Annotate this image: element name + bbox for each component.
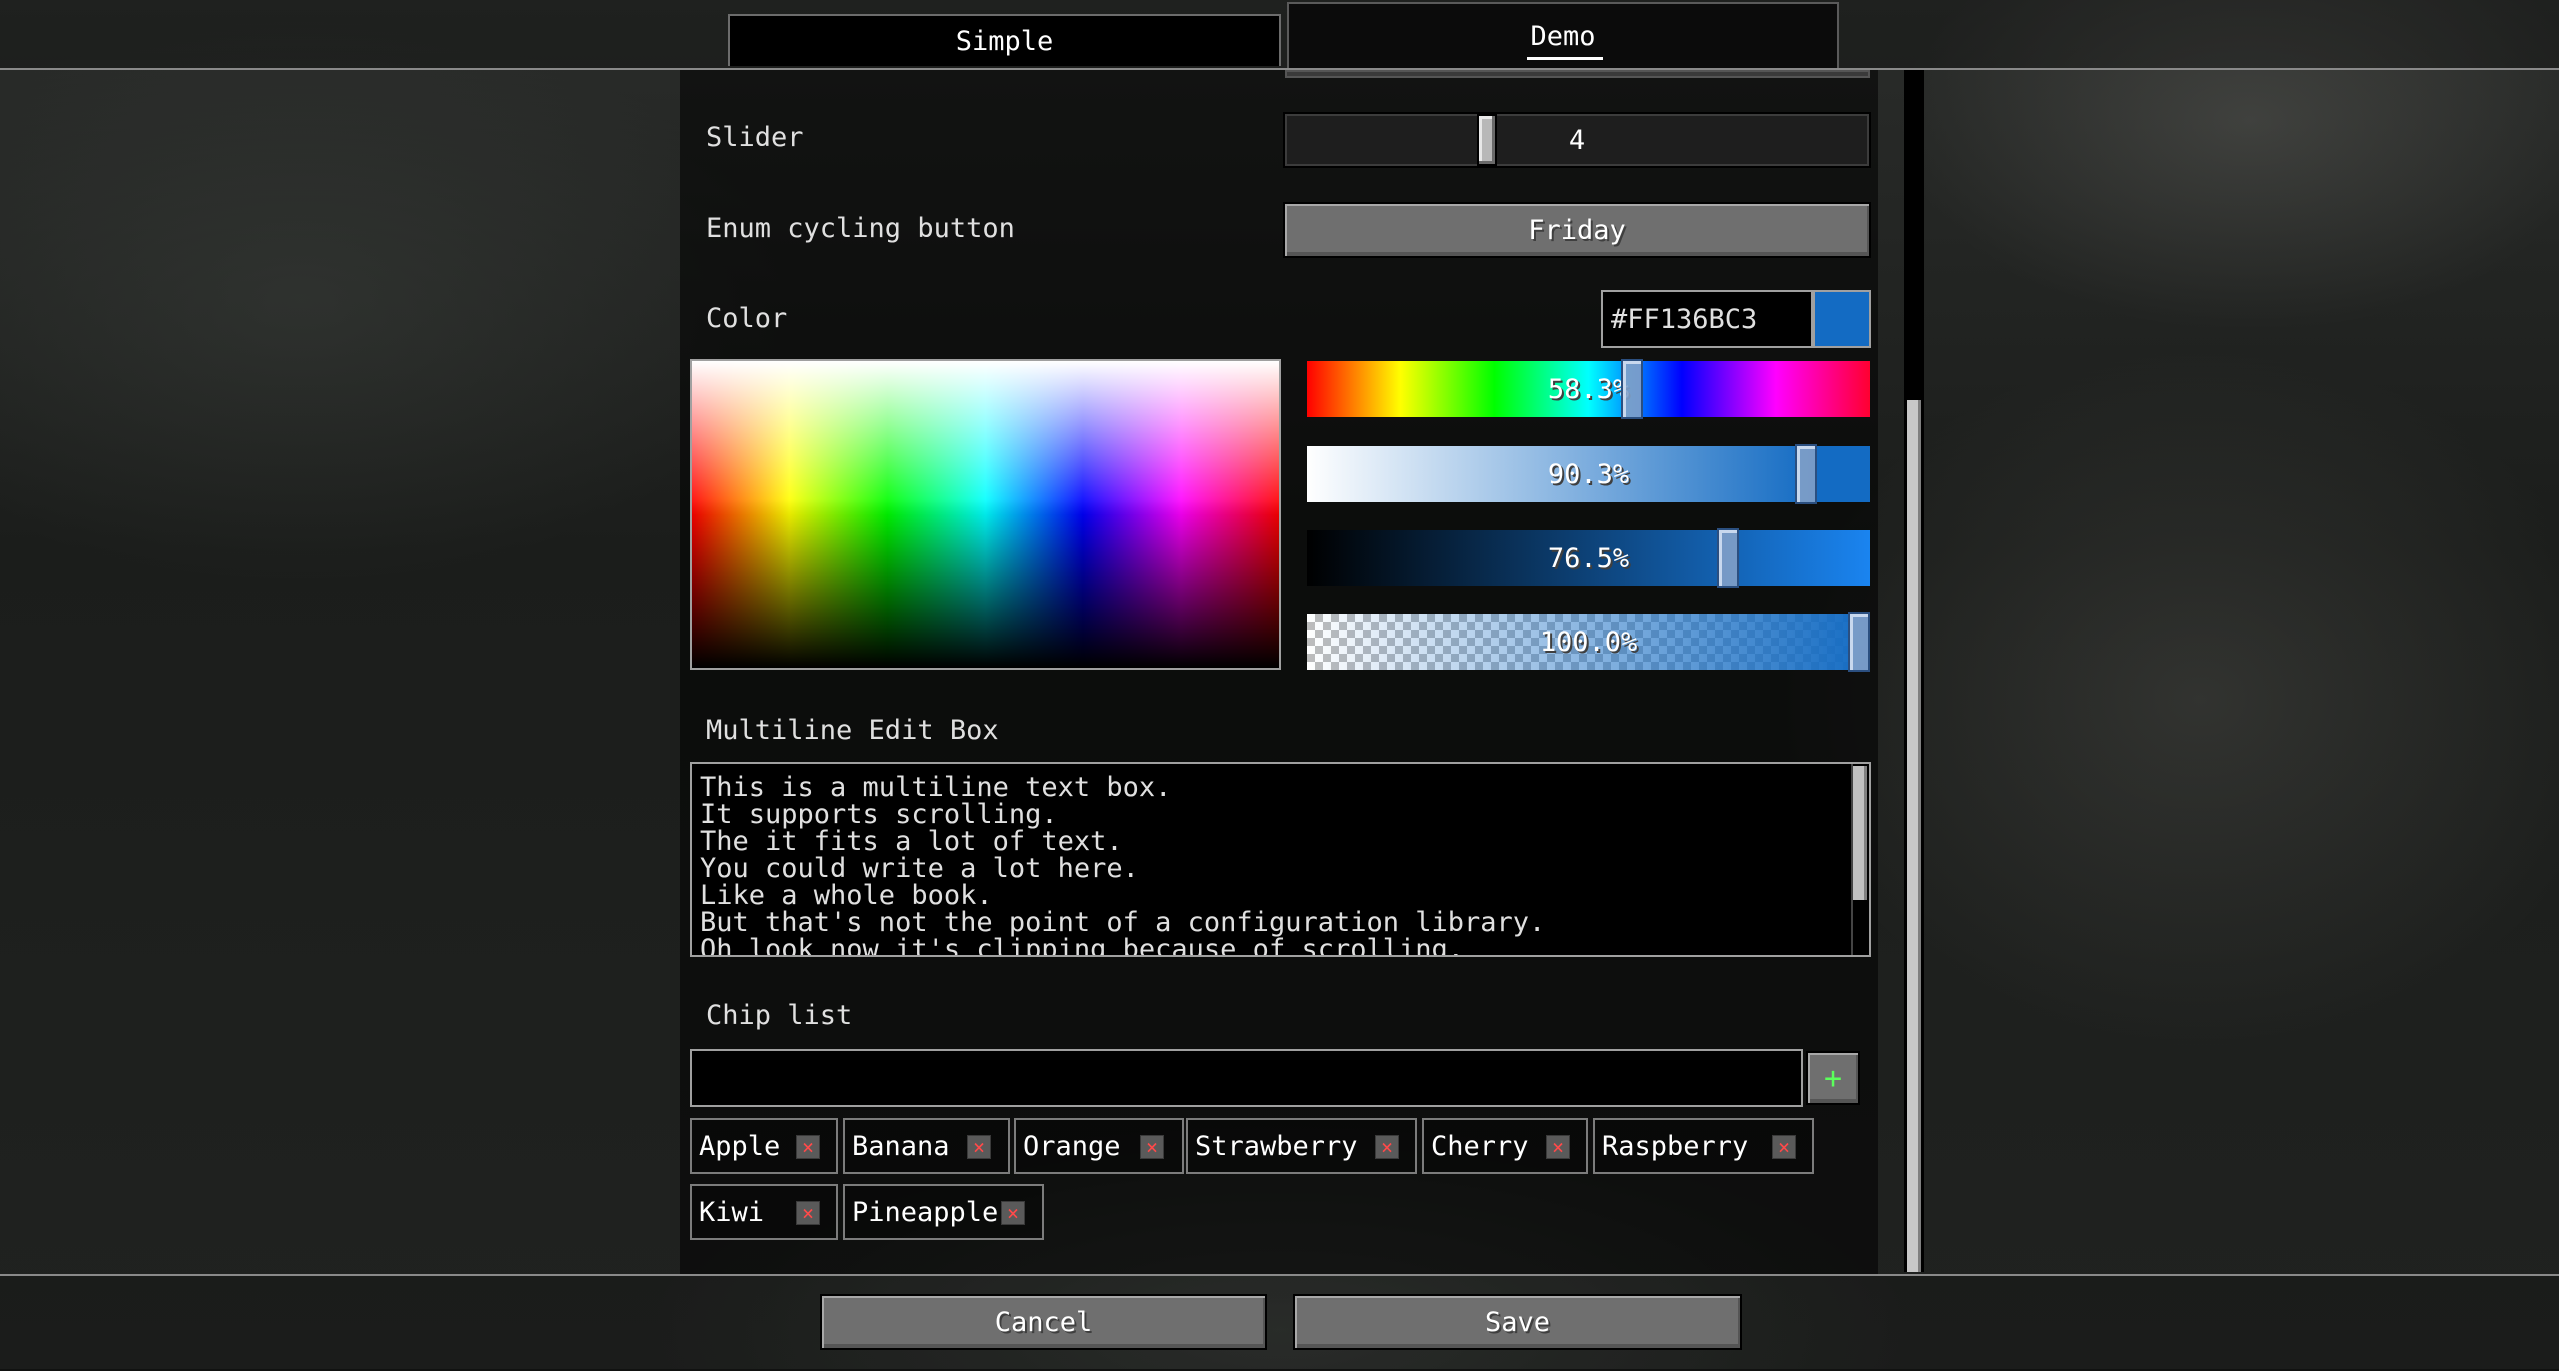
chip-item: Apple × xyxy=(690,1118,838,1174)
save-button[interactable]: Save xyxy=(1293,1294,1742,1350)
alpha-slider-handle[interactable] xyxy=(1848,612,1870,672)
chip-label: Orange xyxy=(1023,1130,1121,1162)
hue-slider-handle[interactable] xyxy=(1621,359,1643,419)
hue-value: 58.3% xyxy=(1547,373,1630,405)
chip-item: Cherry × xyxy=(1422,1118,1588,1174)
slider-value: 4 xyxy=(1568,124,1586,156)
color-label: Color xyxy=(706,303,788,334)
plus-icon: + xyxy=(1823,1060,1843,1096)
chip-item: Kiwi × xyxy=(690,1184,838,1240)
alpha-value: 100.0% xyxy=(1539,626,1638,658)
footer-bar xyxy=(0,1274,2559,1371)
chip-label: Kiwi xyxy=(699,1196,765,1228)
tab-simple-label: Simple xyxy=(955,25,1054,57)
chip-label: Cherry xyxy=(1431,1130,1529,1162)
tab-demo-label: Demo xyxy=(1530,20,1596,52)
chip-list-label: Chip list xyxy=(706,1000,853,1031)
chip-list-input[interactable] xyxy=(690,1049,1803,1107)
slider-label: Slider xyxy=(706,122,804,153)
color-hex-value: #FF136BC3 xyxy=(1611,303,1758,335)
multiline-line: This is a multiline text box. xyxy=(700,772,1172,803)
alpha-slider[interactable]: 100.0% xyxy=(1307,612,1870,672)
multiline-line: Like a whole book. xyxy=(700,880,993,911)
tab-selected-underline xyxy=(1527,57,1603,60)
remove-chip-icon[interactable]: × xyxy=(796,1201,820,1225)
slider-handle[interactable] xyxy=(1477,114,1497,166)
color-picker-area[interactable] xyxy=(690,359,1281,670)
chip-label: Raspberry xyxy=(1602,1130,1749,1162)
multiline-line: You could write a lot here. xyxy=(700,853,1139,884)
color-picker-black-layer xyxy=(692,361,1279,668)
enum-cycling-button[interactable]: Friday xyxy=(1283,202,1871,258)
chip-label: Banana xyxy=(852,1130,950,1162)
chip-label: Apple xyxy=(699,1130,781,1162)
multiline-line: Oh look now it's clipping because of scr… xyxy=(700,934,1465,957)
chip-item: Banana × xyxy=(843,1118,1010,1174)
remove-chip-icon[interactable]: × xyxy=(967,1135,991,1159)
save-label: Save xyxy=(1484,1306,1551,1338)
enum-value: Friday xyxy=(1528,214,1626,246)
multiline-scrollbar-thumb[interactable] xyxy=(1853,766,1867,900)
remove-chip-icon[interactable]: × xyxy=(1772,1135,1796,1159)
saturation-value: 90.3% xyxy=(1547,458,1630,490)
multiline-label: Multiline Edit Box xyxy=(706,715,999,746)
multiline-scrollbar[interactable] xyxy=(1851,764,1869,955)
chip-item: Pineapple × xyxy=(843,1184,1044,1240)
chip-item: Strawberry × xyxy=(1186,1118,1417,1174)
tab-simple[interactable]: Simple xyxy=(728,14,1281,66)
tab-bar: Simple Demo xyxy=(0,0,2559,70)
multiline-line: It supports scrolling. xyxy=(700,799,1058,830)
remove-chip-icon[interactable]: × xyxy=(1140,1135,1164,1159)
brightness-slider-handle[interactable] xyxy=(1717,528,1739,588)
chip-item: Orange × xyxy=(1014,1118,1184,1174)
int-slider[interactable]: 4 xyxy=(1283,112,1871,168)
enum-label: Enum cycling button xyxy=(706,213,1015,244)
remove-chip-icon[interactable]: × xyxy=(1001,1201,1025,1225)
multiline-line: But that's not the point of a configurat… xyxy=(700,907,1546,938)
color-preview-swatch xyxy=(1813,290,1871,348)
chip-label: Pineapple xyxy=(852,1196,999,1228)
multiline-line: The it fits a lot of text. xyxy=(700,826,1123,857)
cancel-label: Cancel xyxy=(994,1306,1093,1338)
tab-demo[interactable]: Demo xyxy=(1287,2,1839,68)
chip-item: Raspberry × xyxy=(1593,1118,1814,1174)
saturation-slider[interactable]: 90.3% xyxy=(1307,444,1870,504)
cancel-button[interactable]: Cancel xyxy=(820,1294,1267,1350)
brightness-value: 76.5% xyxy=(1547,542,1630,574)
remove-chip-icon[interactable]: × xyxy=(1375,1135,1399,1159)
remove-chip-icon[interactable]: × xyxy=(796,1135,820,1159)
multiline-edit-box[interactable]: This is a multiline text box. It support… xyxy=(690,762,1871,957)
chip-add-button[interactable]: + xyxy=(1806,1051,1860,1105)
chip-label: Strawberry xyxy=(1195,1130,1358,1162)
clipped-entry-edge xyxy=(1285,70,1870,78)
brightness-slider[interactable]: 76.5% xyxy=(1307,528,1870,588)
color-hex-input[interactable]: #FF136BC3 xyxy=(1601,290,1813,348)
saturation-slider-handle[interactable] xyxy=(1795,444,1817,504)
hue-slider[interactable]: 58.3% xyxy=(1307,359,1870,419)
config-list-scrollbar-thumb[interactable] xyxy=(1907,400,1921,1272)
remove-chip-icon[interactable]: × xyxy=(1546,1135,1570,1159)
